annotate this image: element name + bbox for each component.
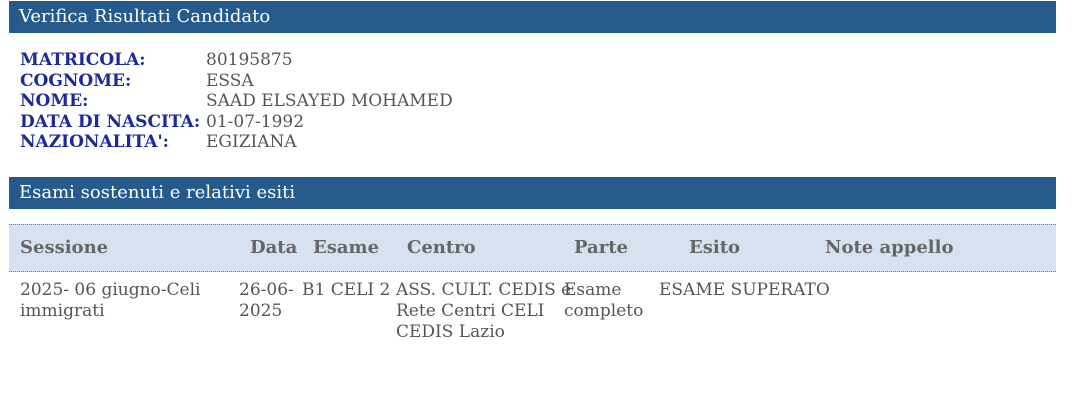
nazionalita-label: NAZIONALITA': <box>20 132 169 153</box>
col-note-header: Note appello <box>825 237 954 258</box>
nazionalita-row: NAZIONALITA': EGIZIANA <box>20 132 453 153</box>
col-centro-header: Centro <box>407 237 476 258</box>
matricola-label: MATRICOLA: <box>20 50 146 70</box>
cognome-row: COGNOME: ESSA <box>20 71 453 92</box>
nome-label: NOME: <box>20 91 89 112</box>
col-esito-header: Esito <box>689 237 741 258</box>
cognome-label: COGNOME: <box>20 70 132 91</box>
cell-esito: ESAME SUPERATO <box>659 280 830 300</box>
nazionalita-value: EGIZIANA <box>206 132 297 153</box>
candidate-results-title: Verifica Risultati Candidato <box>19 6 271 27</box>
cell-centro: ASS. CULT. CEDIS e Rete Centri CELI CEDI… <box>396 280 572 342</box>
matricola-value: 80195875 <box>206 50 293 70</box>
col-data-header: Data <box>250 237 298 258</box>
cell-data: 26-06- 2025 <box>239 280 294 321</box>
col-sessione-header: Sessione <box>20 237 109 258</box>
matricola-row: MATRICOLA: 80195875 <box>20 50 453 71</box>
col-parte-header: Parte <box>574 237 628 258</box>
col-esame-header: Esame <box>313 237 380 258</box>
data-nascita-label: DATA DI NASCITA: <box>20 111 201 132</box>
cognome-value: ESSA <box>206 70 254 91</box>
exams-header: Esami sostenuti e relativi esiti <box>9 177 1056 209</box>
exams-title: Esami sostenuti e relativi esiti <box>19 182 296 203</box>
data-nascita-row: DATA DI NASCITA: 01-07-1992 <box>20 112 453 133</box>
exams-table-header: Sessione Data Esame Centro Parte Esito N… <box>9 224 1056 272</box>
nome-value: SAAD ELSAYED MOHAMED <box>206 91 453 112</box>
cell-sessione: 2025- 06 giugno-Celi immigrati <box>20 280 201 321</box>
results-page: Verifica Risultati Candidato MATRICOLA: … <box>0 0 1080 417</box>
candidate-info: MATRICOLA: 80195875 COGNOME: ESSA NOME: … <box>20 50 453 153</box>
cell-parte: Esame completo <box>564 280 644 321</box>
candidate-results-header: Verifica Risultati Candidato <box>9 1 1056 33</box>
nome-row: NOME: SAAD ELSAYED MOHAMED <box>20 91 453 112</box>
data-nascita-value: 01-07-1992 <box>206 111 305 132</box>
cell-esame: B1 CELI 2 <box>302 280 391 300</box>
